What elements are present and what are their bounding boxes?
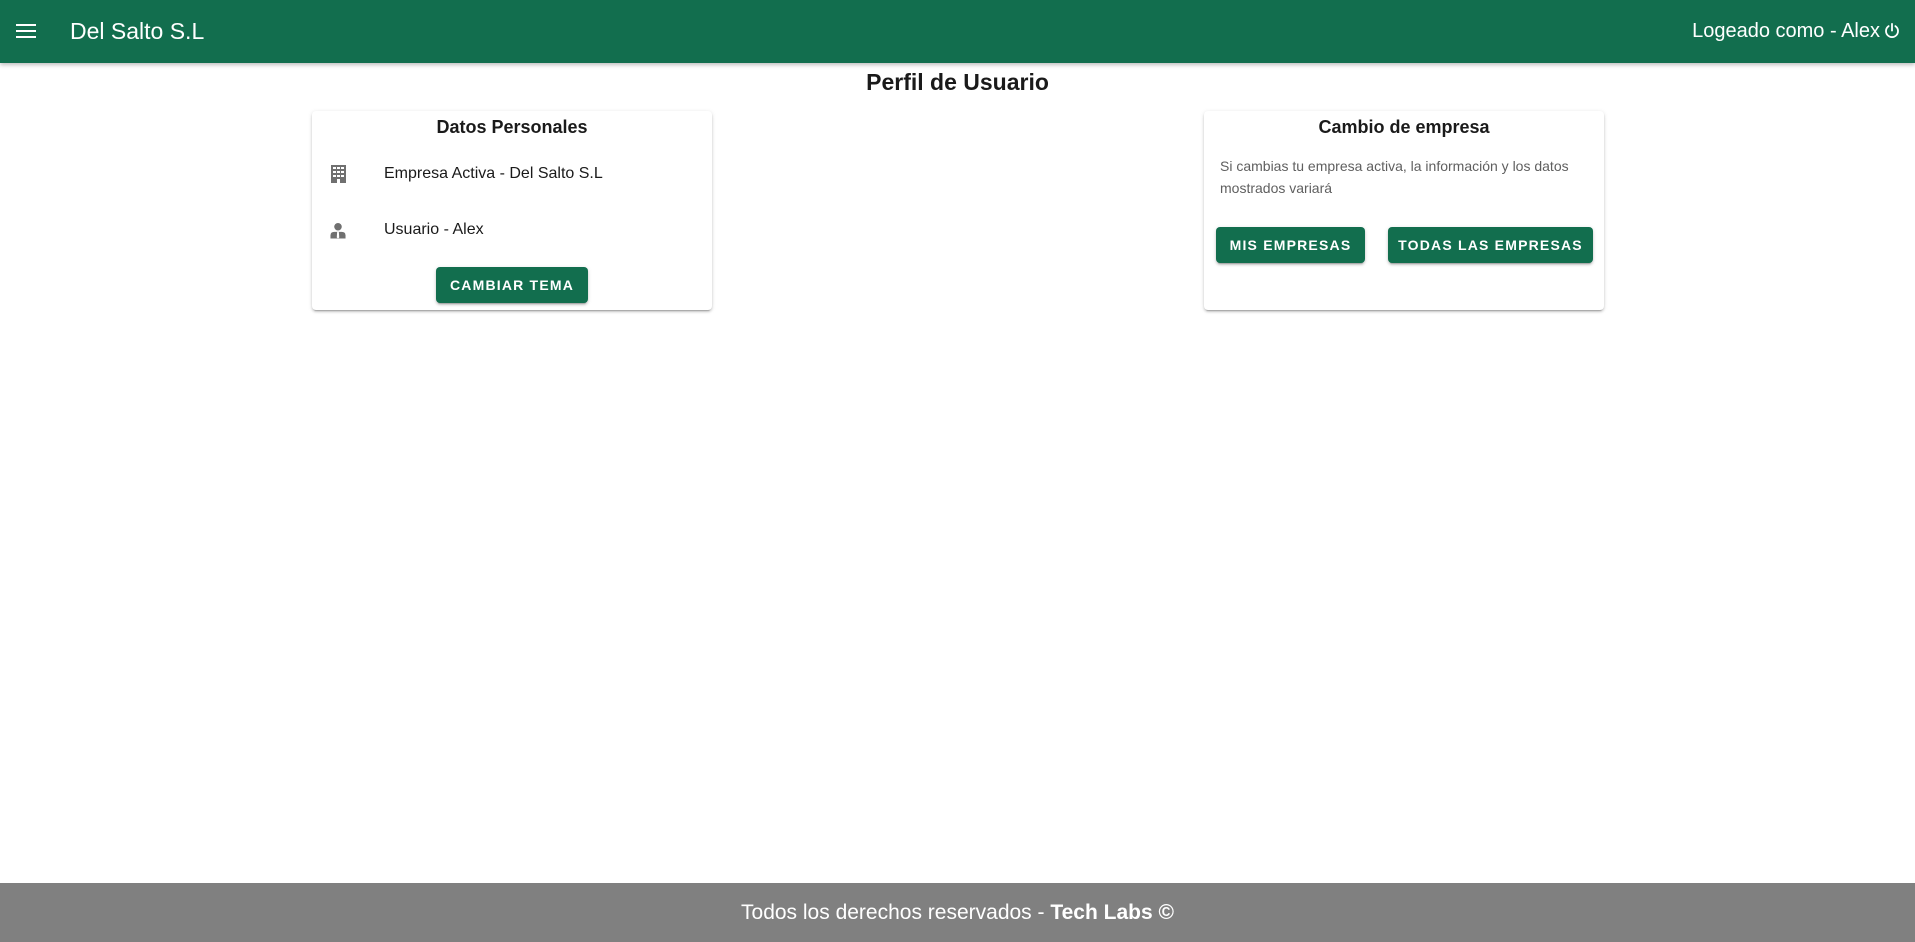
app-bar: Del Salto S.L Logeado como - Alex (0, 0, 1915, 63)
active-company-text: Empresa Activa - Del Salto S.L (384, 165, 603, 182)
user-text: Usuario - Alex (384, 221, 484, 238)
footer-brand: Tech Labs © (1050, 900, 1174, 924)
power-icon[interactable] (1883, 21, 1903, 41)
all-companies-button[interactable]: TODAS LAS EMPRESAS (1388, 227, 1593, 263)
footer-text: Todos los derechos reservados - (741, 900, 1051, 924)
company-change-description: Si cambias tu empresa activa, la informa… (1220, 158, 1569, 196)
company-change-title: Cambio de empresa (1318, 117, 1490, 137)
app-title: Del Salto S.L (70, 18, 205, 44)
company-change-card: Cambio de empresa Si cambias tu empresa … (1204, 111, 1604, 310)
user-menu[interactable]: Logeado como - Alex (1692, 17, 1903, 45)
logged-in-label: Logeado como - Alex (1692, 20, 1880, 42)
personal-data-title: Datos Personales (436, 117, 588, 137)
menu-icon[interactable] (14, 19, 38, 43)
footer: Todos los derechos reservados - Tech Lab… (0, 883, 1915, 942)
page-title: Perfil de Usuario (866, 69, 1049, 95)
active-company-row: Empresa Activa - Del Salto S.L (330, 165, 603, 183)
user-icon (330, 221, 346, 239)
user-row: Usuario - Alex (330, 221, 484, 239)
my-companies-button[interactable]: MIS EMPRESAS (1216, 227, 1365, 263)
building-icon (330, 165, 346, 183)
change-theme-button[interactable]: CAMBIAR TEMA (436, 267, 588, 303)
personal-data-card: Datos Personales Empresa Activa - Del Sa… (312, 111, 712, 310)
